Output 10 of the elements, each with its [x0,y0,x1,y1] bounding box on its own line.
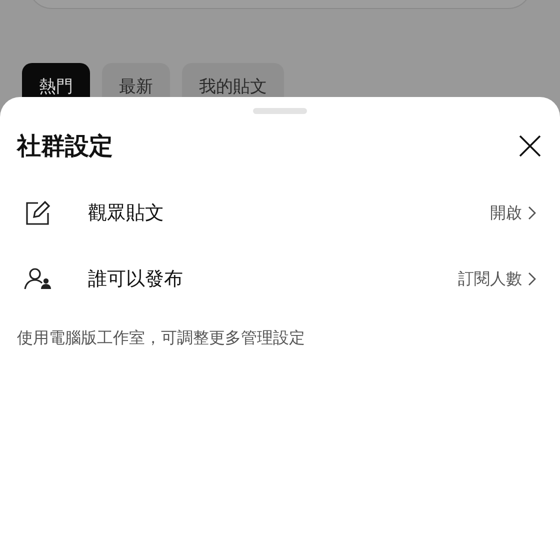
drag-handle[interactable] [253,108,307,114]
edit-icon [24,199,52,227]
chevron-icon [528,206,536,220]
close-button[interactable] [518,134,542,158]
chevron-icon [528,272,536,286]
users-icon [24,267,52,291]
info-text: 使用電腦版工作室，可調整更多管理設定 [17,328,306,349]
sheet-title: 社群設定 [17,131,113,162]
settings-row[interactable]: 誰可以發布 訂閱人數 [24,246,536,312]
settings-row[interactable]: 觀眾貼文 開啟 [24,180,536,246]
